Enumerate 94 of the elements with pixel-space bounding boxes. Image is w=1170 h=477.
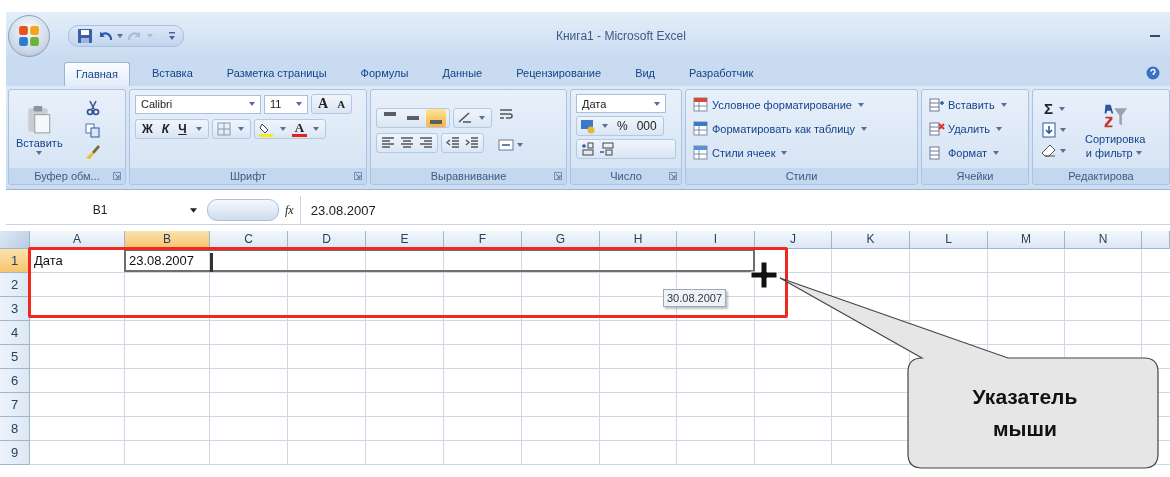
help-icon[interactable] [1146,66,1160,80]
styles-menu-button[interactable]: Условное форматирование [691,94,912,116]
row-header[interactable]: 9 [0,441,30,465]
caret-icon[interactable] [190,207,197,213]
merge-cells-icon[interactable] [498,137,514,153]
sort-filter-button[interactable]: Сортировка и фильтр [1083,99,1148,161]
scissors-icon[interactable] [84,100,101,116]
crosshair-cursor-icon [750,261,778,289]
formula-field[interactable]: 23.08.2007 [299,196,1170,224]
number-format-field[interactable]: Дата [576,94,666,113]
shrink-font-button[interactable]: A [334,96,349,112]
table-styles-icon [693,97,709,113]
ribbon-tab[interactable]: Формулы [348,61,421,86]
currency-icon[interactable] [580,118,596,134]
font-color-button[interactable]: A [291,121,308,137]
clipboard-icon [26,105,53,135]
column-header[interactable]: N [1065,231,1142,249]
row-header[interactable]: 8 [0,417,30,441]
grow-font-button[interactable]: A [315,96,332,112]
row-header[interactable]: 3 [0,297,30,321]
percent-button[interactable]: % [614,118,631,134]
autosum-button[interactable]: Σ [1041,101,1056,117]
thousands-button[interactable]: 000 [633,118,660,134]
column-header[interactable]: J [755,231,832,249]
column-header[interactable]: L [910,231,988,249]
align-right-icon[interactable] [418,134,434,151]
bold-button[interactable]: Ж [139,121,156,137]
decrease-decimal-icon[interactable] [599,141,615,157]
row-header[interactable]: 2 [0,273,30,297]
group-label: Выравнивание [430,170,507,182]
cells-icon [929,121,945,137]
callout-text: Указатель мыши [971,384,1079,442]
window-title: Книга1 - Microsoft Excel [556,29,686,43]
text-angle-icon[interactable] [457,109,473,126]
row-header[interactable]: 4 [0,321,30,345]
row-header[interactable]: 7 [0,393,30,417]
insert-function-button[interactable]: fx [279,202,300,218]
fill-handle[interactable] [210,253,213,272]
font-name-field[interactable]: Calibri [135,94,261,114]
decrease-indent-icon[interactable] [445,134,461,151]
row-header[interactable]: 1 [0,249,30,273]
brush-icon[interactable] [84,144,101,160]
table-cell-text: 23.08.2007 [128,252,196,270]
customize-icon[interactable] [169,31,175,41]
ribbon-tab[interactable]: Разметка страницы [214,61,339,86]
styles-menu-button[interactable]: Форматировать как таблицу [691,118,912,140]
cells-menu-button[interactable]: Формат [927,142,1023,164]
ribbon-tab[interactable]: Данные [430,61,495,86]
fill-tooltip: 30.08.2007 [663,289,727,307]
align-left-icon[interactable] [380,134,396,151]
column-header[interactable]: M [988,231,1065,249]
underline-button[interactable]: Ч [175,121,190,137]
column-header[interactable]: K [832,231,910,249]
group-label: Редактирова [1068,170,1134,182]
styles-menu-button[interactable]: Стили ячеек [691,142,912,164]
group-label: Стили [785,170,818,182]
row-header[interactable]: 5 [0,345,30,369]
cells-menu-button[interactable]: Удалить [927,118,1023,140]
ribbon-tab[interactable]: Вставка [139,61,205,86]
name-box[interactable]: B1 [6,203,186,217]
office-button[interactable] [8,15,50,57]
font-size-field[interactable]: 11 [264,94,308,114]
italic-button[interactable]: К [158,121,173,137]
office-logo-icon [18,25,40,47]
dialog-launcher-icon[interactable] [554,172,562,180]
ribbon-tab[interactable]: Главная [64,62,130,86]
dialog-launcher-icon[interactable] [113,172,121,180]
group-label: Ячейки [956,170,994,182]
dialog-launcher-icon[interactable] [354,172,362,180]
ribbon-tab[interactable]: Разработчик [677,61,766,86]
vertical-align-icon[interactable] [426,108,446,127]
table-styles-icon [693,121,709,137]
ribbon-tab[interactable]: Вид [623,61,668,86]
save-icon[interactable] [77,28,93,44]
increase-decimal-icon[interactable] [580,141,596,157]
group-label: Число [610,170,642,182]
row-header[interactable]: 6 [0,369,30,393]
group-label: Шрифт [229,170,267,182]
cells-icon [929,97,945,113]
cells-menu-button[interactable]: Вставить [927,94,1023,116]
formula-bar-handle[interactable] [207,199,279,221]
group-label: Буфер обм... [34,170,100,182]
dialog-launcher-icon[interactable] [669,172,677,180]
fill-down-icon[interactable] [1041,122,1057,138]
ribbon-tab[interactable]: Рецензирование [504,61,614,86]
increase-indent-icon[interactable] [464,134,480,151]
fill-bucket-icon[interactable] [257,121,274,137]
table-styles-icon [693,145,709,161]
align-center-icon[interactable] [399,134,415,151]
eraser-icon[interactable] [1041,143,1057,159]
minimize-icon[interactable] [1150,34,1160,38]
copy-icon[interactable] [84,122,101,138]
paste-button[interactable]: Вставить [14,103,65,157]
table-cell-text: Дата [33,252,64,270]
